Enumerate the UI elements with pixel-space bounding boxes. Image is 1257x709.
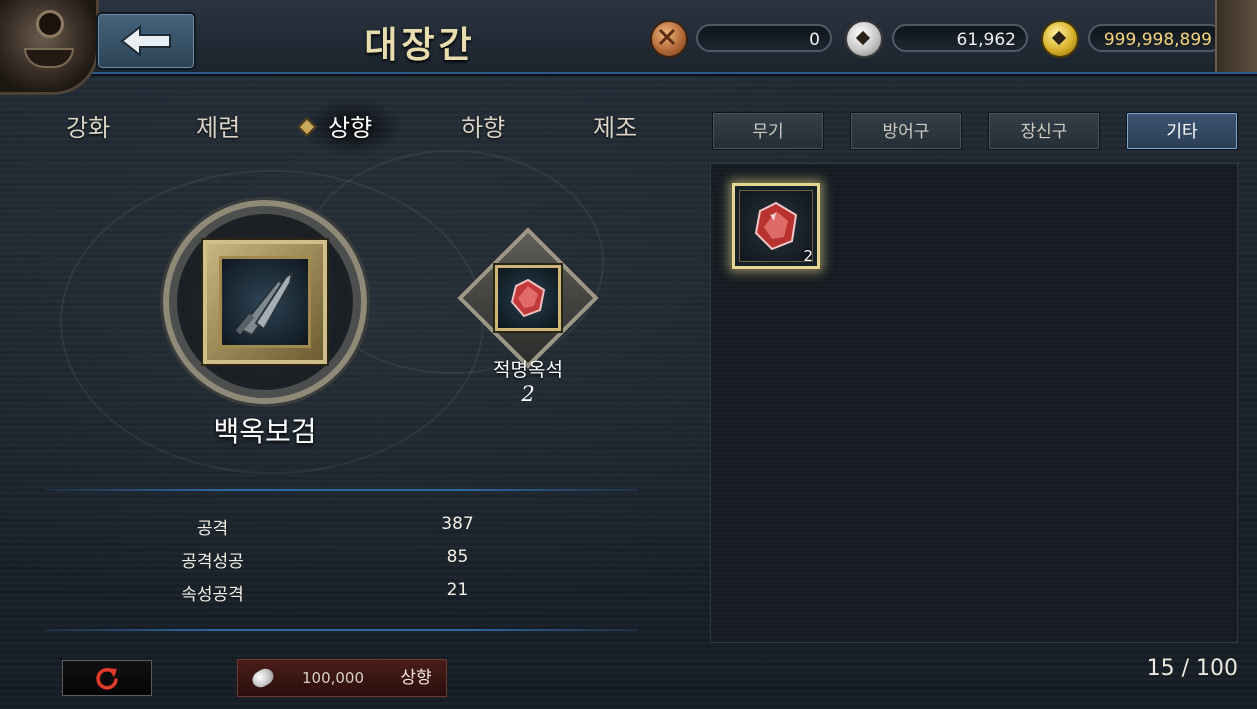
category-accessory-button[interactable]: 장신구 xyxy=(988,112,1100,150)
inventory-capacity: 15 / 100 xyxy=(1146,656,1238,681)
sword-icon xyxy=(235,270,294,337)
category-other-button[interactable]: 기타 xyxy=(1126,112,1238,150)
silver-coin-amount: 61,962 xyxy=(892,24,1028,52)
demon-mask-ornament xyxy=(0,0,99,95)
silver-coin-icon xyxy=(845,20,883,58)
category-armor-button[interactable]: 방어구 xyxy=(850,112,962,150)
stat-label: 속성공격 xyxy=(181,585,244,605)
category-weapon-button[interactable]: 무기 xyxy=(712,112,824,150)
red-gem-icon xyxy=(510,278,546,318)
tab-refine[interactable]: 제련 xyxy=(196,108,240,148)
stat-label: 공격 xyxy=(196,519,229,539)
gold-coin-amount: 999,998,899 xyxy=(1088,24,1224,52)
weapon-slot[interactable] xyxy=(203,240,327,364)
upgrade-button[interactable]: 100,000 상향 xyxy=(237,659,447,697)
red-gem-icon xyxy=(754,201,798,251)
upgrade-cost: 100,000 xyxy=(301,669,365,687)
divider-bottom xyxy=(46,629,638,631)
upgrade-label: 상향 xyxy=(400,668,432,688)
bronze-coin-icon xyxy=(650,20,688,58)
silver-ingot-icon xyxy=(249,665,277,691)
item-count: 2 xyxy=(803,247,813,265)
refresh-icon xyxy=(96,668,118,690)
corner-ornament xyxy=(1215,0,1257,72)
material-count: 2 xyxy=(521,382,535,406)
back-button[interactable] xyxy=(96,12,196,70)
tab-craft[interactable]: 제조 xyxy=(593,108,637,148)
stat-value: 21 xyxy=(446,580,469,600)
page-title: 대장간 xyxy=(364,24,476,66)
material-slot[interactable] xyxy=(495,265,561,331)
bronze-coin-amount: 0 xyxy=(696,24,832,52)
mask-eye-icon xyxy=(36,10,64,38)
divider-top xyxy=(46,489,638,491)
top-bar: 대장간 0 61,962 999,998,899 xyxy=(0,0,1257,95)
gold-coin-icon xyxy=(1041,20,1079,58)
stat-value: 387 xyxy=(441,514,474,534)
stat-value: 85 xyxy=(446,547,469,567)
stat-label: 공격성공 xyxy=(181,552,244,572)
refresh-button[interactable] xyxy=(62,660,152,696)
weapon-name: 백옥보검 xyxy=(213,415,317,448)
inventory-item-slot[interactable]: 2 xyxy=(732,183,820,269)
material-name: 적명옥석 xyxy=(493,359,563,381)
tab-downgrade[interactable]: 하향 xyxy=(461,108,505,148)
tab-enhance[interactable]: 강화 xyxy=(66,108,110,148)
mask-mouth-icon xyxy=(24,48,74,68)
tab-upgrade[interactable]: 상향 xyxy=(328,108,372,148)
arrow-left-icon xyxy=(120,24,171,58)
